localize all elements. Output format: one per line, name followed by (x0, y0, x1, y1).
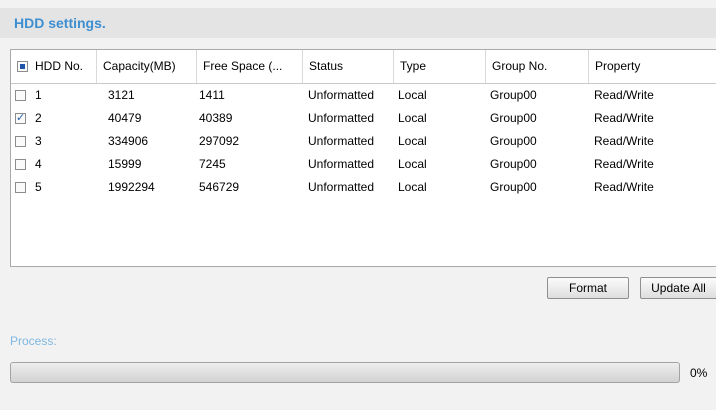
select-all-checkbox[interactable] (17, 61, 28, 72)
process-label: Process: (10, 334, 57, 348)
free-space-value: 546729 (199, 180, 240, 194)
capacity-value: 334906 (108, 134, 149, 148)
group-value: Group00 (490, 157, 537, 171)
column-label: Status (309, 59, 344, 73)
row-checkbox[interactable] (15, 90, 26, 101)
hdd-number: 1 (35, 88, 42, 102)
type-value: Local (398, 111, 427, 125)
row-checkbox[interactable] (15, 159, 26, 170)
column-header-free-space[interactable]: Free Space (... (197, 50, 303, 83)
property-value: Read/Write (594, 180, 654, 194)
table-row[interactable]: 1 3121 1411 Unformatted Local Group00 Re… (11, 84, 716, 107)
type-value: Local (398, 180, 427, 194)
free-space-value: 297092 (199, 134, 240, 148)
group-value: Group00 (490, 88, 537, 102)
table-row[interactable]: 2 40479 40389 Unformatted Local Group00 … (11, 107, 716, 130)
column-header-capacity[interactable]: Capacity(MB) (97, 50, 197, 83)
status-value: Unformatted (308, 88, 375, 102)
row-checkbox[interactable] (15, 111, 26, 124)
property-value: Read/Write (594, 88, 654, 102)
group-value: Group00 (490, 180, 537, 194)
column-header-type[interactable]: Type (394, 50, 486, 83)
property-value: Read/Write (594, 157, 654, 171)
group-value: Group00 (490, 134, 537, 148)
hdd-number: 3 (35, 134, 42, 148)
table-row[interactable]: 3 334906 297092 Unformatted Local Group0… (11, 130, 716, 153)
row-checkbox[interactable] (15, 136, 26, 147)
update-all-button[interactable]: Update All (640, 277, 716, 299)
capacity-value: 1992294 (108, 180, 155, 194)
property-value: Read/Write (594, 111, 654, 125)
free-space-value: 40389 (199, 111, 233, 125)
column-label: HDD No. (35, 59, 84, 73)
hdd-table: HDD No. Capacity(MB) Free Space (... Sta… (10, 49, 716, 267)
status-value: Unformatted (308, 111, 375, 125)
free-space-value: 7245 (199, 157, 226, 171)
hdd-number: 4 (35, 157, 42, 171)
status-value: Unformatted (308, 180, 375, 194)
column-header-property[interactable]: Property (589, 50, 716, 83)
table-header: HDD No. Capacity(MB) Free Space (... Sta… (11, 50, 716, 84)
process-progress-bar (10, 362, 680, 383)
column-label: Capacity(MB) (103, 59, 176, 73)
status-value: Unformatted (308, 157, 375, 171)
column-label: Free Space (... (203, 59, 283, 73)
capacity-value: 15999 (108, 157, 142, 171)
capacity-value: 40479 (108, 111, 142, 125)
hdd-number: 2 (35, 111, 42, 125)
table-row[interactable]: 4 15999 7245 Unformatted Local Group00 R… (11, 153, 716, 176)
column-label: Property (595, 59, 641, 73)
page-title: HDD settings. (14, 15, 106, 31)
free-space-value: 1411 (199, 88, 225, 102)
type-value: Local (398, 157, 427, 171)
column-header-group-no[interactable]: Group No. (486, 50, 589, 83)
column-header-status[interactable]: Status (303, 50, 394, 83)
group-value: Group00 (490, 111, 537, 125)
status-value: Unformatted (308, 134, 375, 148)
column-label: Type (400, 59, 427, 73)
title-bar: HDD settings. (0, 8, 716, 38)
type-value: Local (398, 88, 427, 102)
column-label: Group No. (492, 59, 548, 73)
format-button[interactable]: Format (547, 277, 629, 299)
hdd-number: 5 (35, 180, 42, 194)
capacity-value: 3121 (108, 88, 135, 102)
type-value: Local (398, 134, 427, 148)
progress-percent: 0% (690, 366, 708, 380)
column-header-hdd-no[interactable]: HDD No. (11, 50, 97, 83)
row-checkbox[interactable] (15, 182, 26, 193)
table-row[interactable]: 5 1992294 546729 Unformatted Local Group… (11, 176, 716, 199)
property-value: Read/Write (594, 134, 654, 148)
